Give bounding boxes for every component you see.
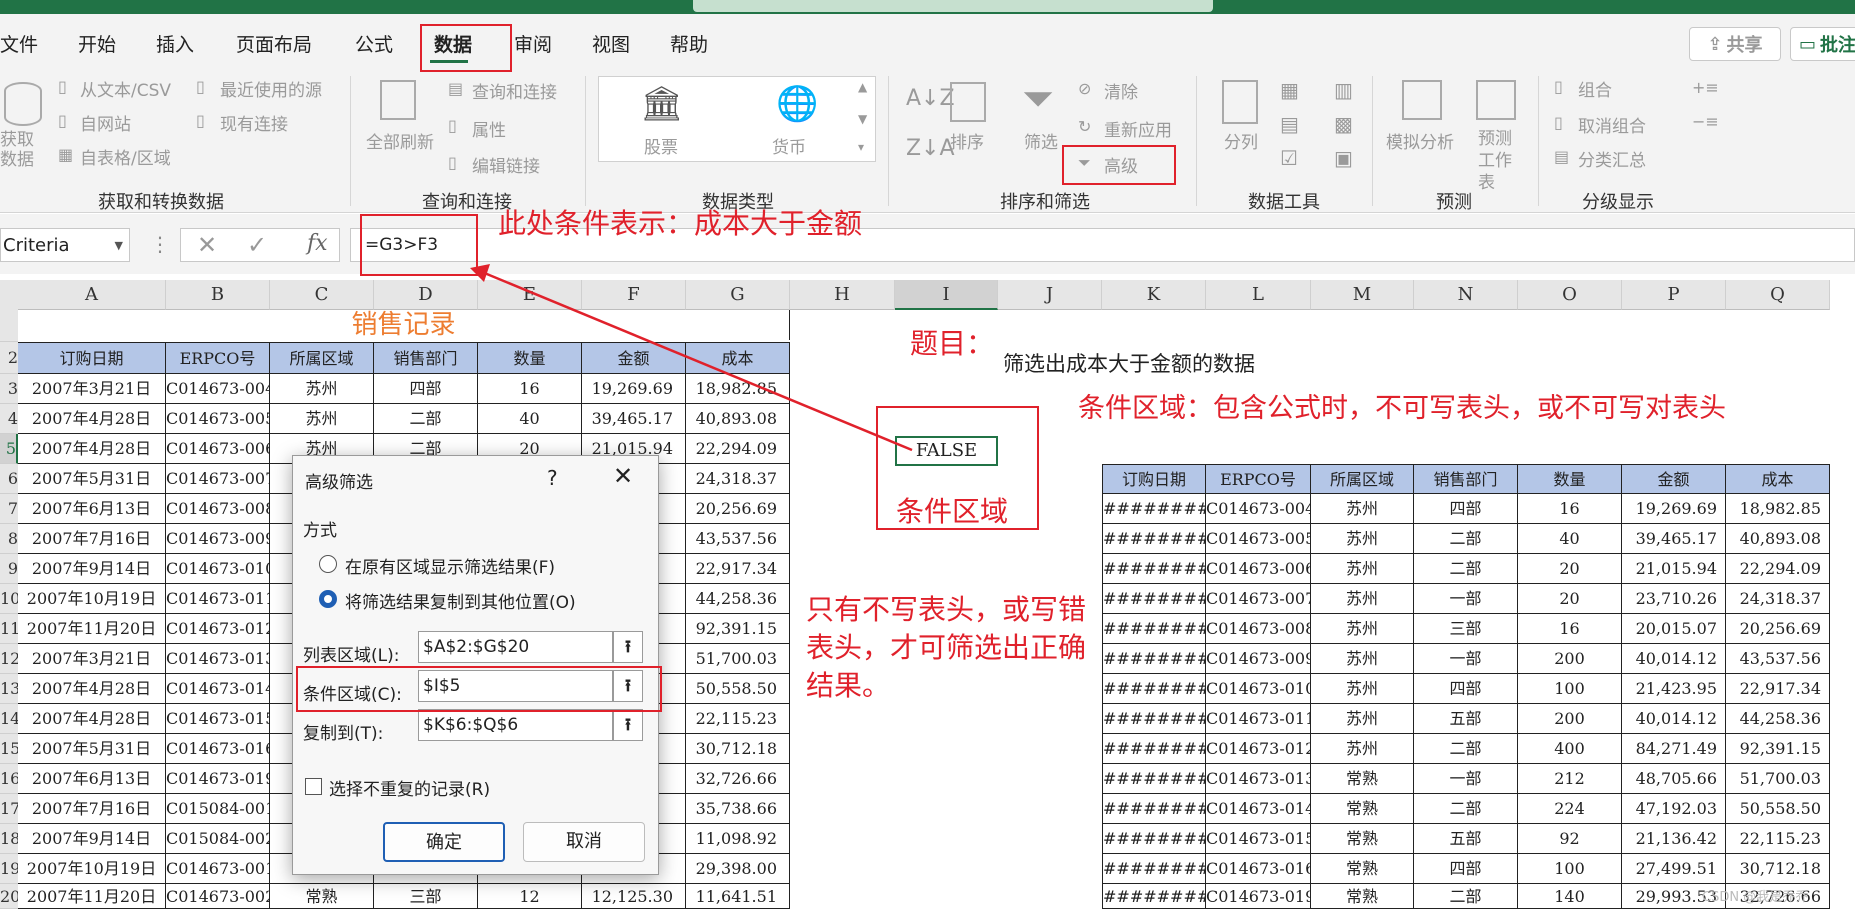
annotation-arrow — [470, 264, 913, 452]
collapse-icon[interactable]: ⭱ — [613, 709, 643, 741]
help-icon[interactable]: ? — [547, 466, 558, 490]
dialog-title: 高级筛选 — [305, 473, 373, 493]
close-icon[interactable]: ✕ — [613, 462, 633, 490]
mode-label: 方式 — [303, 521, 337, 541]
copy-to-input[interactable]: $K$6:$Q$6 — [418, 709, 613, 741]
radio-in-place[interactable] — [319, 555, 337, 573]
highlight-criteria-range — [296, 666, 662, 712]
list-range-label: 列表区域(L): — [303, 646, 400, 666]
ok-button[interactable]: 确定 — [383, 822, 505, 862]
option-copy-to-label[interactable]: 将筛选结果复制到其他位置(O) — [345, 588, 576, 613]
collapse-icon[interactable]: ⭱ — [613, 631, 643, 663]
copy-to-label: 复制到(T): — [303, 724, 384, 744]
cancel-button[interactable]: 取消 — [523, 822, 645, 862]
watermark: CSDN @我是乔乔 — [1702, 890, 1809, 905]
unique-records-checkbox[interactable] — [305, 778, 322, 795]
list-range-input[interactable]: $A$2:$G$20 — [418, 631, 613, 663]
option-in-place-label[interactable]: 在原有区域显示筛选结果(F) — [345, 553, 555, 578]
radio-copy-to[interactable] — [319, 590, 337, 608]
unique-records-label[interactable]: 选择不重复的记录(R) — [329, 775, 490, 800]
advanced-filter-dialog[interactable]: 高级筛选 ? ✕ 方式 在原有区域显示筛选结果(F) 将筛选结果复制到其他位置(… — [292, 455, 659, 875]
